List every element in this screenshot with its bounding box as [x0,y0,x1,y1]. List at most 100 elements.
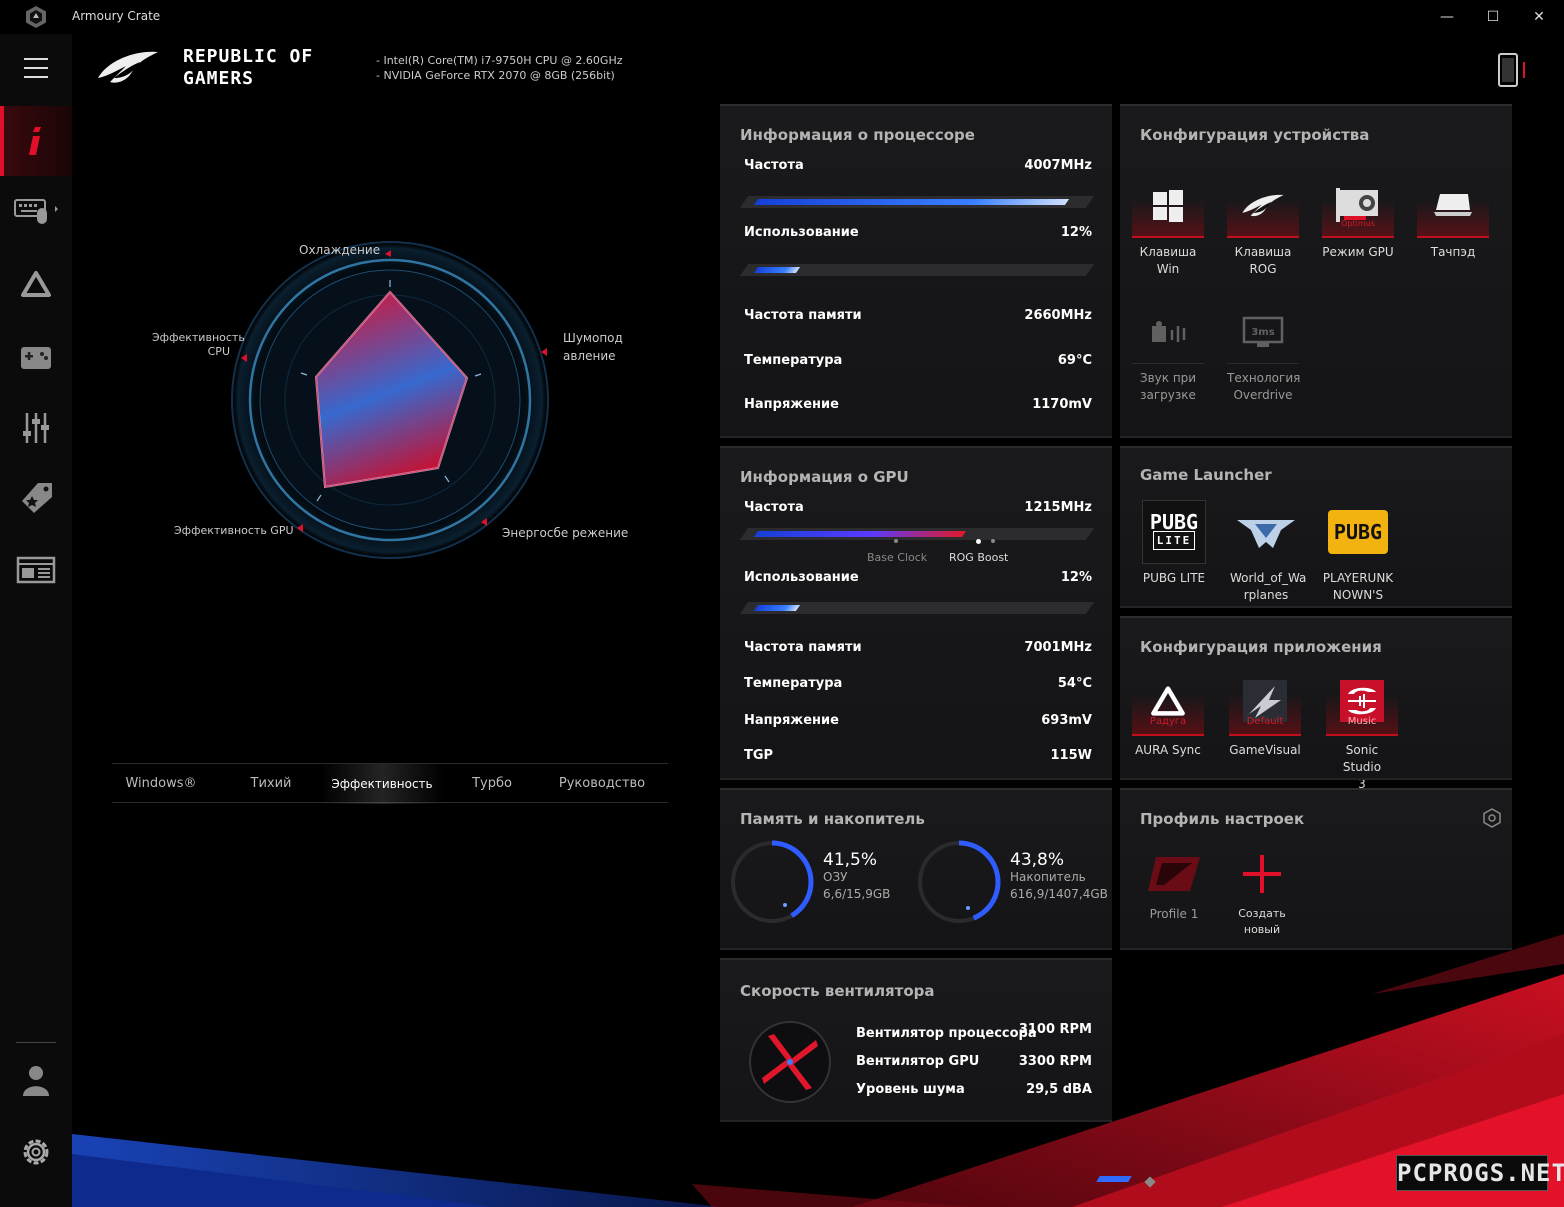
cpu-volt-label: Напряжение [744,397,839,412]
game-launcher-panel[interactable]: Game Launcher PUBG LITE PUBG LITE World_… [1120,446,1512,608]
overdrive-icon-text: 3ms [1251,327,1274,338]
gpu-tgp-row: TGP 115W [744,748,1092,766]
mode-silent[interactable]: Тихий [222,764,320,804]
cpu-memfreq-row: Частота памяти 2660MHz [744,308,1092,326]
pubg-lite-logo-2: LITE [1152,531,1196,550]
sidebar-item-game[interactable] [0,326,72,390]
profile-settings-icon[interactable] [1482,808,1502,828]
touchpad-icon [1434,194,1472,216]
rog-boost-marker [976,539,981,544]
armoury-crate-logo-icon [26,6,46,28]
radar-label-cooling: Охлаждение [299,243,381,257]
brand-text: REPUBLIC OF GAMERS [183,46,313,90]
fan-panel-title: Скорость вентилятора [740,982,935,1000]
storage-label: Накопитель [1010,870,1086,884]
sidebar-item-info[interactable] [0,106,72,176]
storage-percent: 43,8% [1010,850,1065,870]
page-indicator-2[interactable] [1144,1176,1156,1188]
cpu-spec: - Intel(R) Core(TM) i7-9750H CPU @ 2.60G… [376,54,623,67]
sidebar-item-news[interactable] [0,538,72,602]
watermark: PCPROGS.NET [1396,1155,1564,1191]
win-key-icon-wrap [1132,176,1204,238]
game-pubg-lite[interactable]: PUBG LITE PUBG LITE [1138,500,1210,587]
mode-turbo[interactable]: Турбо [444,764,540,804]
gpu-mode-toggle[interactable]: Optimus Режим GPU [1322,176,1394,261]
cpu-panel-title: Информация о процессоре [740,126,975,144]
cpu-volt-value: 1170mV [1032,397,1092,412]
cpu-volt-row: Напряжение 1170mV [744,397,1092,415]
rog-key-toggle[interactable]: Клавиша ROG [1227,176,1299,278]
gpu-usage-row: Использование 12% [744,570,1092,588]
noise-value: 29,5 dBA [1026,1082,1092,1097]
sidebar-item-deals[interactable] [0,466,72,530]
aura-sync-label: AURA Sync [1135,743,1201,757]
maximize-button[interactable]: ☐ [1470,0,1516,34]
fan-speed-panel[interactable]: Скорость вентилятора Вентилятор процессо… [720,958,1112,1122]
page-indicator-1[interactable] [1096,1176,1132,1182]
cpu-freq-row: Частота 4007MHz [744,158,1092,176]
sonic-studio-app[interactable]: Music Sonic Studio 3 [1326,668,1398,793]
windows-icon [1153,190,1183,222]
gamevisual-app[interactable]: Default GameVisual [1229,668,1301,759]
sidebar-item-aura[interactable] [0,252,72,316]
sidebar-separator [16,1042,56,1043]
overdrive-icon: 3ms [1242,316,1284,347]
ram-info: 41,5% ОЗУ 6,6/15,9GB [823,852,890,903]
win-key-toggle[interactable]: Клавиша Win [1132,176,1204,278]
gamevisual-icon-wrap: Default [1229,668,1301,736]
touchpad-toggle[interactable]: Тачпэд [1417,176,1489,261]
device-icon [1498,53,1525,87]
sidebar-item-tuning[interactable] [0,396,72,460]
sidebar-item-user[interactable] [0,1048,72,1112]
overdrive-toggle[interactable]: 3ms Технология Overdrive [1227,302,1300,404]
gpu-volt-label: Напряжение [744,713,839,728]
memory-storage-panel[interactable]: Память и накопитель 41,5% ОЗУ 6,6/15,9GB… [720,788,1112,950]
sliders-icon [23,413,49,443]
profile-1[interactable]: Profile 1 [1138,848,1210,923]
storage-gauge [917,840,1001,924]
hamburger-menu-icon[interactable] [24,58,48,78]
sidebar-item-settings[interactable] [0,1120,72,1184]
boot-sound-toggle[interactable]: Звук при загрузке [1132,302,1204,404]
mode-windows[interactable]: Windows® [112,764,210,804]
sidebar-item-keyboard[interactable] [0,178,72,242]
radar-label-gpu-perf: Эффективность GPU [174,524,294,537]
aura-sync-app[interactable]: Радуга AURA Sync [1132,668,1204,759]
gpu-temp-row: Температура 54°C [744,676,1092,694]
game-name-pubg: PLAYERUNK NOWN'S [1322,571,1394,602]
tag-icon [22,483,52,513]
app-config-title: Конфигурация приложения [1140,638,1382,656]
sonic-studio-sub: Music [1347,716,1377,727]
cpu-usage-row: Использование 12% [744,225,1092,243]
gamevisual-label: GameVisual [1229,743,1301,757]
minimize-button[interactable]: — [1424,0,1470,34]
overdrive-icon-wrap: 3ms [1227,302,1299,364]
mode-manual[interactable]: Руководство [542,764,662,804]
game-pubg[interactable]: PUBG PLAYERUNK NOWN'S [1322,500,1394,604]
profile-1-label: Profile 1 [1149,907,1199,921]
profiles-panel[interactable]: Профиль настроек Profile 1 Создать новый [1120,788,1512,950]
memory-panel-title: Память и накопитель [740,810,925,828]
cpu-usage-value: 12% [1060,225,1092,240]
gpu-info-panel[interactable]: Информация о GPU Частота 1215MHz Base Cl… [720,446,1112,780]
aura-icon [21,271,51,297]
game-world-of-warplanes[interactable]: World_of_Wa rplanes [1230,500,1306,604]
news-icon [16,556,56,584]
cpu-memfreq-value: 2660MHz [1024,308,1092,323]
close-button[interactable]: ✕ [1516,0,1562,34]
cpu-info-panel[interactable]: Информация о процессоре Частота 4007MHz … [720,104,1112,438]
create-profile-button[interactable]: Создать новый [1226,848,1298,938]
aura-sync-sub: Радуга [1149,716,1187,727]
sidebar [0,34,72,1207]
device-config-panel[interactable]: Конфигурация устройства Клавиша Win Клави… [1120,104,1512,438]
gpu-tgp-label: TGP [744,748,774,763]
cpu-temp-value: 69°C [1057,353,1092,368]
max-clock-marker [991,539,995,543]
mode-performance[interactable]: Эффективность [320,764,444,804]
touchpad-icon-wrap [1417,176,1489,238]
rog-eye-logo-icon [98,51,158,83]
create-profile-label: Создать новый [1238,907,1286,936]
gpu-freq-row: Частота 1215MHz [744,500,1092,518]
gpu-spec: - NVIDIA GeForce RTX 2070 @ 8GB (256bit) [376,69,615,82]
app-config-panel[interactable]: Конфигурация приложения Радуга AURA Sync… [1120,616,1512,791]
